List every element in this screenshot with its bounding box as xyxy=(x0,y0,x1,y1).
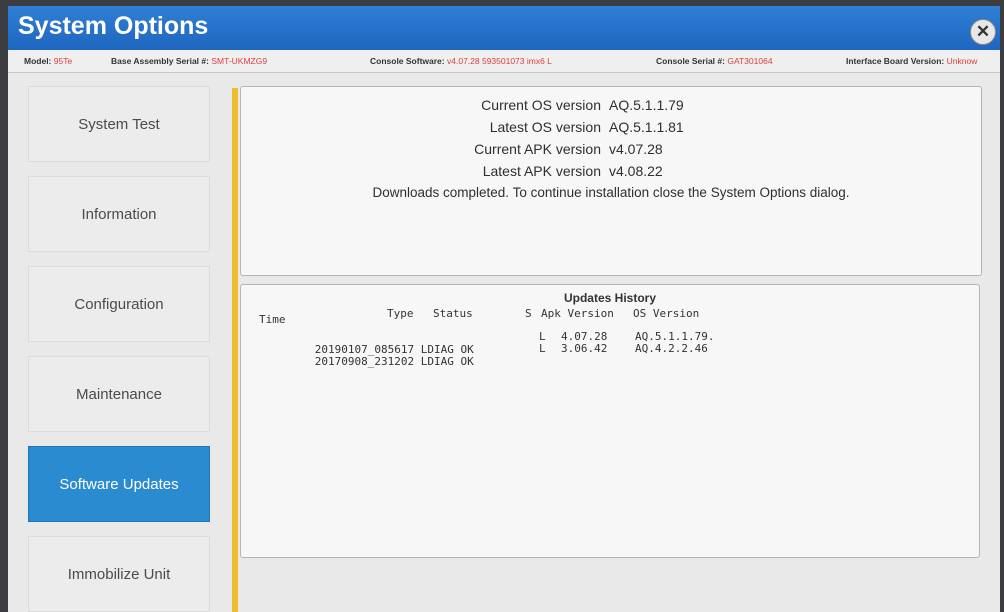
console-serial-label: Console Serial #: xyxy=(656,56,725,66)
row-apk: 3.06.42 xyxy=(561,342,608,355)
console-software-label: Console Software: xyxy=(370,56,445,66)
interface-board-label: Interface Board Version: xyxy=(846,56,945,66)
sidebar-item-configuration[interactable]: Configuration xyxy=(28,266,210,342)
current-os-row: Current OS version AQ.5.1.1.79 xyxy=(241,97,684,113)
history-header-status: Status xyxy=(433,307,473,320)
current-os-value: AQ.5.1.1.79 xyxy=(609,97,684,113)
sidebar: System Test Information Configuration Ma… xyxy=(28,86,210,612)
window-title: System Options xyxy=(18,12,209,40)
interface-board-value: Unknow xyxy=(946,56,978,66)
base-serial-label: Base Assembly Serial #: xyxy=(111,56,209,66)
updates-history-title: Updates History xyxy=(563,291,657,305)
latest-os-row: Latest OS version AQ.5.1.1.81 xyxy=(241,119,684,135)
latest-apk-label: Latest APK version xyxy=(482,163,601,179)
table-row: 20170908_231202 LDIAG OK xyxy=(275,342,474,381)
sidebar-item-software-updates[interactable]: Software Updates xyxy=(28,446,210,522)
row-status: OK xyxy=(460,355,474,368)
sidebar-item-maintenance[interactable]: Maintenance xyxy=(28,356,210,432)
row-os: AQ.4.2.2.46 xyxy=(635,342,708,355)
sidebar-item-immobilize-unit[interactable]: Immobilize Unit xyxy=(28,536,210,612)
history-header-time: Time xyxy=(259,313,286,326)
sidebar-item-information[interactable]: Information xyxy=(28,176,210,252)
latest-os-value: AQ.5.1.1.81 xyxy=(609,119,684,135)
current-apk-row: Current APK version v4.07.28 xyxy=(241,141,663,157)
console-software-value: v4.07.28 593501073 imx6 L xyxy=(447,56,552,66)
console-serial-info: Console Serial #: GAT301064 xyxy=(656,56,773,66)
console-software-info: Console Software: v4.07.28 593501073 imx… xyxy=(370,56,552,66)
base-serial-info: Base Assembly Serial #: SMT-UKMZG9 xyxy=(111,56,267,66)
sidebar-item-system-test[interactable]: System Test xyxy=(28,86,210,162)
close-icon[interactable]: ✕ xyxy=(970,19,996,45)
device-info-bar: Model: 95Te Base Assembly Serial #: SMT-… xyxy=(8,50,1000,73)
row-time: 20170908_231202 xyxy=(314,355,415,368)
active-tab-accent-bar xyxy=(232,88,238,612)
title-bar: System Options ✕ xyxy=(8,6,1000,50)
system-options-window: System Options ✕ Model: 95Te Base Assemb… xyxy=(8,6,1000,612)
history-header-os: OS Version xyxy=(633,307,700,320)
current-apk-label: Current APK version xyxy=(474,141,601,157)
console-serial-value: GAT301064 xyxy=(727,56,773,66)
download-status-message: Downloads completed. To continue install… xyxy=(372,185,850,200)
history-header-type: Type xyxy=(387,307,414,320)
latest-os-label: Latest OS version xyxy=(489,119,601,135)
updates-history-panel: Updates History Time Type Status S Apk V… xyxy=(240,284,980,558)
history-header-s: S xyxy=(525,307,532,320)
model-value: 95Te xyxy=(53,56,73,66)
current-apk-value: v4.07.28 xyxy=(609,141,663,157)
current-os-label: Current OS version xyxy=(481,97,601,113)
latest-apk-row: Latest APK version v4.08.22 xyxy=(241,163,663,179)
latest-apk-value: v4.08.22 xyxy=(609,163,663,179)
model-label: Model: xyxy=(24,56,52,66)
version-panel: Current OS version AQ.5.1.1.79 Latest OS … xyxy=(240,86,982,276)
base-serial-value: SMT-UKMZG9 xyxy=(211,56,268,66)
history-header-apk: Apk Version xyxy=(541,307,614,320)
row-type: LDIAG xyxy=(420,355,454,368)
model-info: Model: 95Te xyxy=(24,56,72,66)
row-s: L xyxy=(539,342,546,355)
interface-board-info: Interface Board Version: Unknow xyxy=(846,56,977,66)
